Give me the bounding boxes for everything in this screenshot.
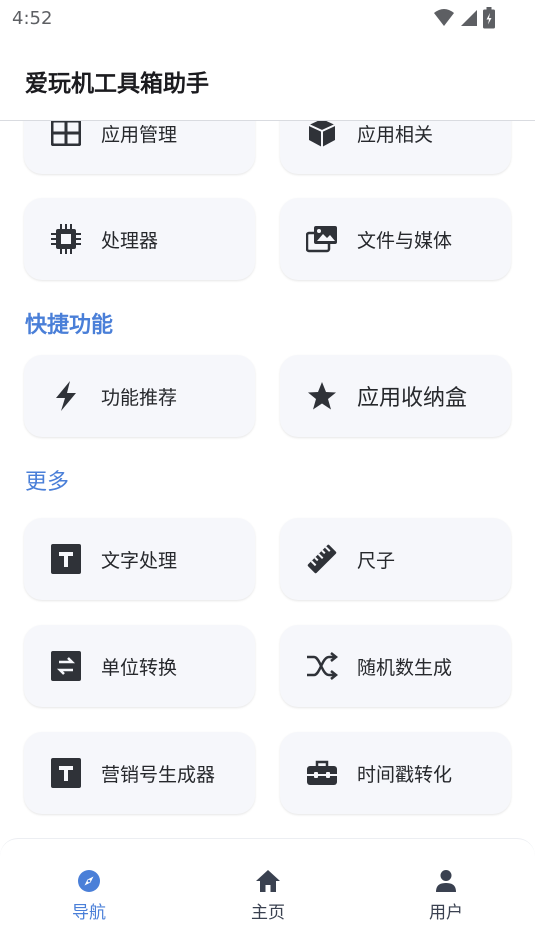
status-time: 4:52 <box>12 8 53 29</box>
card-processor[interactable]: 处理器 <box>24 198 255 280</box>
card-feature-recommend[interactable]: 功能推荐 <box>24 355 255 437</box>
card-app-box[interactable]: 应用收纳盒 <box>280 355 511 437</box>
card-ruler[interactable]: 尺子 <box>280 518 511 600</box>
compass-icon <box>29 867 149 895</box>
bolt-icon <box>50 380 82 412</box>
card-app-related[interactable]: 应用相关 <box>280 121 511 174</box>
signal-icon <box>459 8 479 32</box>
card-label: 随机数生成 <box>357 656 453 679</box>
card-label: 应用收纳盒 <box>357 386 468 411</box>
nav-item-navigate[interactable]: 导航 <box>29 867 149 923</box>
chip-icon <box>50 223 82 255</box>
toolbox-icon <box>306 757 338 789</box>
card-label: 文件与媒体 <box>357 229 453 252</box>
person-icon <box>386 867 506 895</box>
scroll-content[interactable]: 应用管理 应用相关 处理器 文件与媒体 快捷功能 功能推荐 应用收纳盒 更多 文… <box>0 121 535 837</box>
card-random-number[interactable]: 随机数生成 <box>280 625 511 707</box>
cube-icon <box>306 121 338 149</box>
nav-item-home[interactable]: 主页 <box>208 867 328 923</box>
nav-item-user[interactable]: 用户 <box>386 867 506 923</box>
card-label: 时间戳转化 <box>357 763 453 786</box>
section-title-quick: 快捷功能 <box>25 313 114 338</box>
app-bar: 爱玩机工具箱助手 <box>0 38 535 121</box>
home-icon <box>208 867 328 895</box>
card-label: 处理器 <box>101 229 159 252</box>
card-app-manage[interactable]: 应用管理 <box>24 121 255 174</box>
photos-icon <box>306 223 338 255</box>
nav-label: 导航 <box>72 903 106 923</box>
nav-label: 用户 <box>429 903 463 923</box>
card-label: 应用管理 <box>101 123 178 146</box>
card-timestamp-convert[interactable]: 时间戳转化 <box>280 732 511 814</box>
grid-icon <box>50 121 82 149</box>
section-title-more: 更多 <box>25 470 70 495</box>
page-title: 爱玩机工具箱助手 <box>25 71 209 97</box>
status-bar: 4:52 <box>0 0 535 38</box>
card-marketing-generator[interactable]: 营销号生成器 <box>24 732 255 814</box>
wifi-icon <box>433 8 455 32</box>
nav-label: 主页 <box>251 903 285 923</box>
bottom-nav: 导航 主页 用户 <box>0 838 535 952</box>
star-icon <box>306 380 338 412</box>
ruler-icon <box>306 543 338 575</box>
battery-icon <box>483 7 495 33</box>
card-unit-convert[interactable]: 单位转换 <box>24 625 255 707</box>
card-label: 应用相关 <box>357 123 434 146</box>
card-label: 功能推荐 <box>101 386 178 409</box>
text-icon <box>50 757 82 789</box>
card-text-process[interactable]: 文字处理 <box>24 518 255 600</box>
shuffle-icon <box>306 650 338 682</box>
card-files-media[interactable]: 文件与媒体 <box>280 198 511 280</box>
card-label: 单位转换 <box>101 656 178 679</box>
card-label: 尺子 <box>357 549 396 572</box>
convert-icon <box>50 650 82 682</box>
status-icons <box>433 7 495 33</box>
card-label: 营销号生成器 <box>101 763 216 786</box>
card-label: 文字处理 <box>101 549 178 572</box>
text-icon <box>50 543 82 575</box>
